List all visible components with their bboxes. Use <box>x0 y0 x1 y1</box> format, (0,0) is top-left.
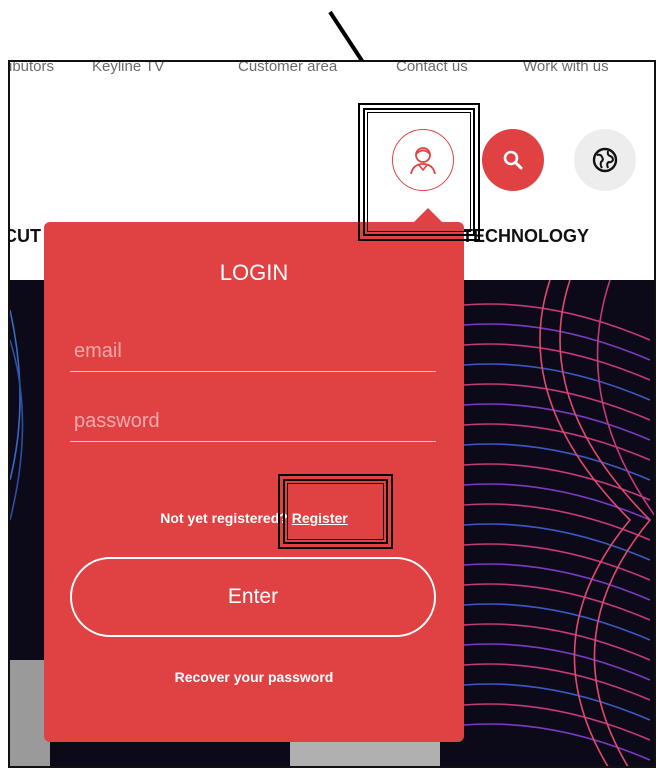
login-panel: LOGIN Not yet registered? Register Enter… <box>44 222 464 742</box>
mainnav-item-technology[interactable]: TECHNOLOGY <box>462 226 589 247</box>
not-registered-text: Not yet registered? <box>160 510 292 526</box>
topnav-distributors[interactable]: ributors <box>10 62 54 75</box>
search-button[interactable] <box>482 129 544 191</box>
globe-icon <box>592 147 618 173</box>
topnav-contact-us[interactable]: Contact us <box>396 62 468 75</box>
topnav-work-with-us[interactable]: Work with us <box>523 62 609 75</box>
email-field[interactable] <box>70 332 436 372</box>
annotation-box-user-icon <box>358 103 480 241</box>
topnav-keyline-tv[interactable]: Keyline TV <box>92 62 164 75</box>
recover-password-link[interactable]: Recover your password <box>44 669 464 685</box>
topnav-customer-area[interactable]: Customer area <box>238 62 337 75</box>
enter-button[interactable]: Enter <box>70 557 436 637</box>
language-button[interactable] <box>574 129 636 191</box>
login-title: LOGIN <box>219 260 289 285</box>
annotation-box-register <box>278 474 393 549</box>
register-prompt: Not yet registered? Register <box>44 510 464 526</box>
password-field[interactable] <box>70 402 436 442</box>
search-icon <box>503 150 523 170</box>
mainnav-item-cut[interactable]: CUT <box>10 226 41 247</box>
top-navigation: ributors Keyline TV Customer area Contac… <box>10 62 654 86</box>
browser-viewport: ributors Keyline TV Customer area Contac… <box>8 60 656 768</box>
